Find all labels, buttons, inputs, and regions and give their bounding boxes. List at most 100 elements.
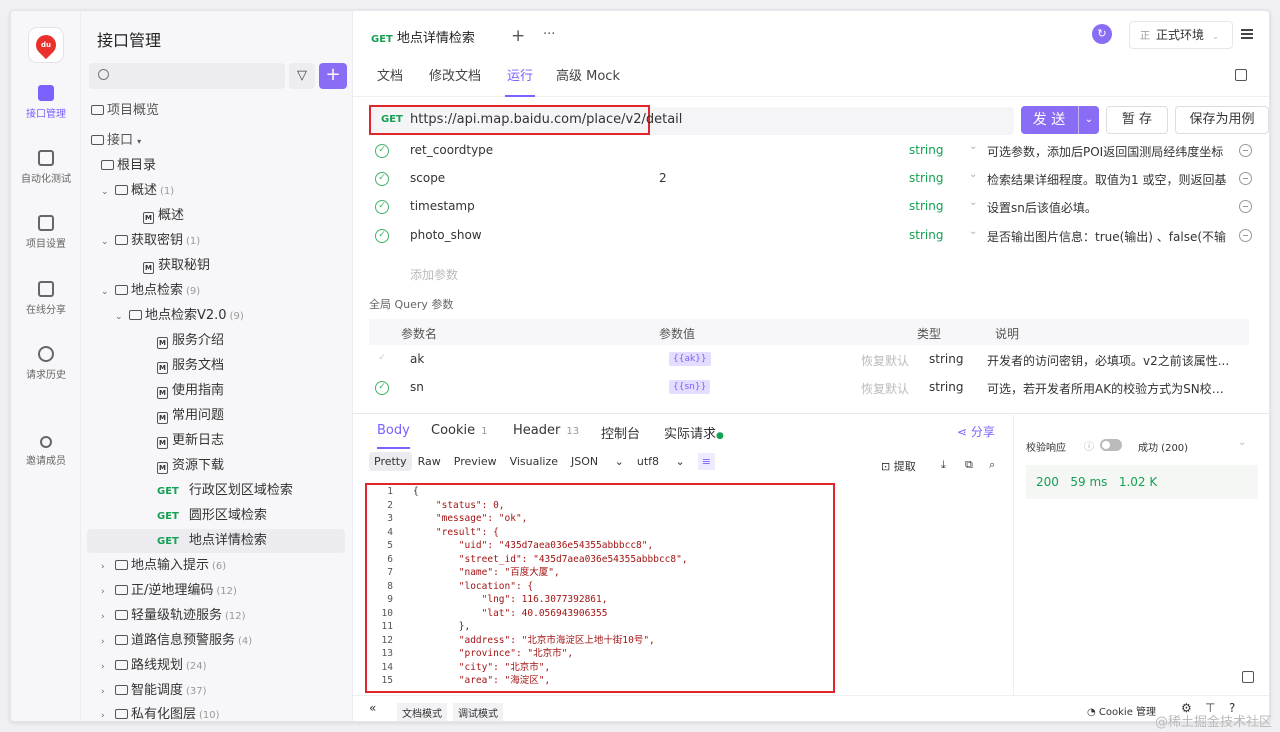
env-select[interactable]: 正正式环境 ⌄ [1129,21,1233,49]
chevron-down-icon[interactable]: ⌄ [969,169,977,180]
tree-folder[interactable]: › 智能调度 (37) [101,679,207,703]
tree-folder[interactable]: › 轻量级轨迹服务 (12) [101,604,246,628]
rail-item-history[interactable]: 请求历史 [11,346,81,381]
tree-folder[interactable]: ⌄ 地点检索V2.0 (9) [115,304,244,328]
tree-doc[interactable]: M 资源下载 [157,454,224,478]
tree-folder[interactable]: › 道路信息预警服务 (4) [101,629,252,653]
check-icon[interactable]: ✓ [375,200,389,214]
format-raw[interactable]: Raw [418,455,441,468]
save-temp-button[interactable]: 暂 存 [1106,106,1168,134]
validate-toggle[interactable] [1100,439,1122,451]
remove-icon[interactable] [1239,200,1252,213]
tree-doc[interactable]: M 概述 [143,204,184,228]
tab-mock[interactable]: 高级 Mock [556,67,620,97]
copy-icon[interactable]: ⧉ [965,458,973,472]
check-icon[interactable]: ✓ [375,381,389,395]
chevron-down-icon[interactable]: ⌄ [969,197,977,208]
url-input[interactable]: https://api.map.baidu.com/place/v2/detai… [410,112,682,127]
layout-icon[interactable] [1242,671,1254,683]
tab-console[interactable]: 控制台 [601,423,640,449]
panel-toggle-icon[interactable] [1235,69,1247,81]
status-select[interactable]: 成功 (200) [1138,439,1188,454]
download-icon[interactable]: ⤓ [941,458,946,472]
check-icon[interactable]: ✓ [375,144,389,158]
tab-doc[interactable]: 文档 [377,67,403,97]
rail-item-settings[interactable]: 项目设置 [11,215,81,250]
debug-mode-button[interactable]: 调试模式 [453,703,503,721]
project-overview[interactable]: 项目概览 [91,99,159,123]
rail-item-api[interactable]: 接口管理 [11,85,81,120]
app-logo[interactable]: du [28,27,64,63]
chevron-down-icon[interactable]: ⌄ [969,141,977,152]
chevron-down-icon[interactable]: ⌄ [1238,437,1246,448]
search-input[interactable] [89,63,285,89]
global-param-row[interactable]: ✓ sn {{sn}} 恢复默认 string 可选，若开发者所用AK的校验方式为SN校验… [371,374,1251,402]
wrap-icon[interactable]: ≡ [697,453,715,470]
tree-folder[interactable]: › 正/逆地理编码 (12) [101,579,237,603]
tree-doc[interactable]: M 常用问题 [157,404,224,428]
collapse-icon[interactable]: « [369,701,376,715]
tab-endpoint[interactable]: GET 地点详情检索 [361,23,497,55]
tree-folder[interactable]: ⌄ 概述 (1) [101,179,174,203]
doc-mode-button[interactable]: 文档模式 [397,703,447,721]
format-pretty[interactable]: Pretty [369,452,412,471]
share-button[interactable]: ⋖ 分享 [957,423,995,440]
param-row[interactable]: ✓ ret_coordtype string ⌄ 可选参数，添加后POI返回国测局经纬度… [371,137,1252,165]
format-preview[interactable]: Preview [454,455,497,468]
remove-icon[interactable] [1239,172,1252,185]
tree-folder[interactable]: ⌄ 地点检索 (9) [101,279,200,303]
tree-folder[interactable]: › 私有化图层 (10) [101,703,220,721]
tree-doc[interactable]: M 服务文档 [157,354,224,378]
add-param-placeholder[interactable]: 添加参数 [410,266,458,283]
tab-actual-request[interactable]: 实际请求● [664,423,724,449]
more-button[interactable]: ··· [543,27,555,42]
cookie-manager[interactable]: ◔ Cookie 管理 [1087,703,1156,718]
add-button[interactable]: + [319,63,347,89]
rail-item-share[interactable]: 在线分享 [11,281,81,316]
tree-doc[interactable]: M 获取秘钥 [143,254,210,278]
chevron-down-icon[interactable]: ⌄ [969,226,977,237]
response-body[interactable]: 1{ 2 "status": 0, 3 "message": "ok", 4 "… [365,483,835,693]
menu-icon[interactable] [1241,29,1253,39]
chevron-down-icon[interactable]: ⌄ [1078,106,1099,134]
check-icon[interactable]: ✓ [375,353,389,367]
tree-doc[interactable]: M 更新日志 [157,429,224,453]
tab-cookie[interactable]: Cookie 1 [431,423,488,449]
global-param-row[interactable]: ✓ ak {{ak}} 恢复默认 string 开发者的访问密钥，必填项。v2之前该属性.… [371,346,1251,374]
tree-folder[interactable]: › 地点输入提示 (6) [101,554,226,578]
api-root[interactable]: 接口 ▾ [91,129,141,153]
param-row[interactable]: ✓ scope 2 string ⌄ 检索结果详细程度。取值为1 或空，则返回基 [371,165,1252,193]
splitter[interactable] [353,413,1269,414]
param-row[interactable]: ✓ timestamp string ⌄ 设置sn后该值必填。 [371,193,1252,221]
tree-folder[interactable]: › 路线规划 (24) [101,654,207,678]
tab-run[interactable]: 运行 [505,67,536,97]
format-select[interactable]: JSON ⌄ [571,455,624,468]
url-highlight[interactable]: GET https://api.map.baidu.com/place/v2/d… [369,105,682,135]
rail-item-automation[interactable]: 自动化测试 [11,150,81,185]
encoding-select[interactable]: utf8 ⌄ [637,455,685,468]
tree-folder[interactable]: 根目录 [101,154,156,178]
tree-endpoint-selected[interactable]: GET 地点详情检索 [87,529,345,553]
help-icon[interactable]: ⓘ [1084,438,1094,453]
tab-header[interactable]: Header 13 [513,423,579,449]
filter-button[interactable]: ▽ [289,63,315,89]
sync-icon[interactable]: ↻ [1092,24,1112,44]
rail-item-invite[interactable]: 邀请成员 [11,436,81,467]
check-icon[interactable]: ✓ [375,229,389,243]
tree-doc[interactable]: M 使用指南 [157,379,224,403]
tab-body[interactable]: Body [377,423,410,449]
tree-endpoint[interactable]: GET 行政区划区域检索 [157,479,293,503]
remove-icon[interactable] [1239,229,1252,242]
save-case-button[interactable]: 保存为用例 [1175,106,1269,134]
send-button[interactable]: 发 送 ⌄ [1021,106,1099,134]
tab-edit-doc[interactable]: 修改文档 [429,67,481,97]
check-icon[interactable]: ✓ [375,172,389,186]
format-visualize[interactable]: Visualize [510,455,558,468]
tree-doc[interactable]: M 服务介绍 [157,329,224,353]
new-tab-button[interactable]: + [511,26,525,46]
tree-endpoint[interactable]: GET 圆形区域检索 [157,504,267,528]
extract-button[interactable]: ⊡ 提取 [881,458,916,474]
remove-icon[interactable] [1239,144,1252,157]
search-icon[interactable]: ⌕ [989,458,995,472]
tree-folder[interactable]: ⌄ 获取密钥 (1) [101,229,200,253]
